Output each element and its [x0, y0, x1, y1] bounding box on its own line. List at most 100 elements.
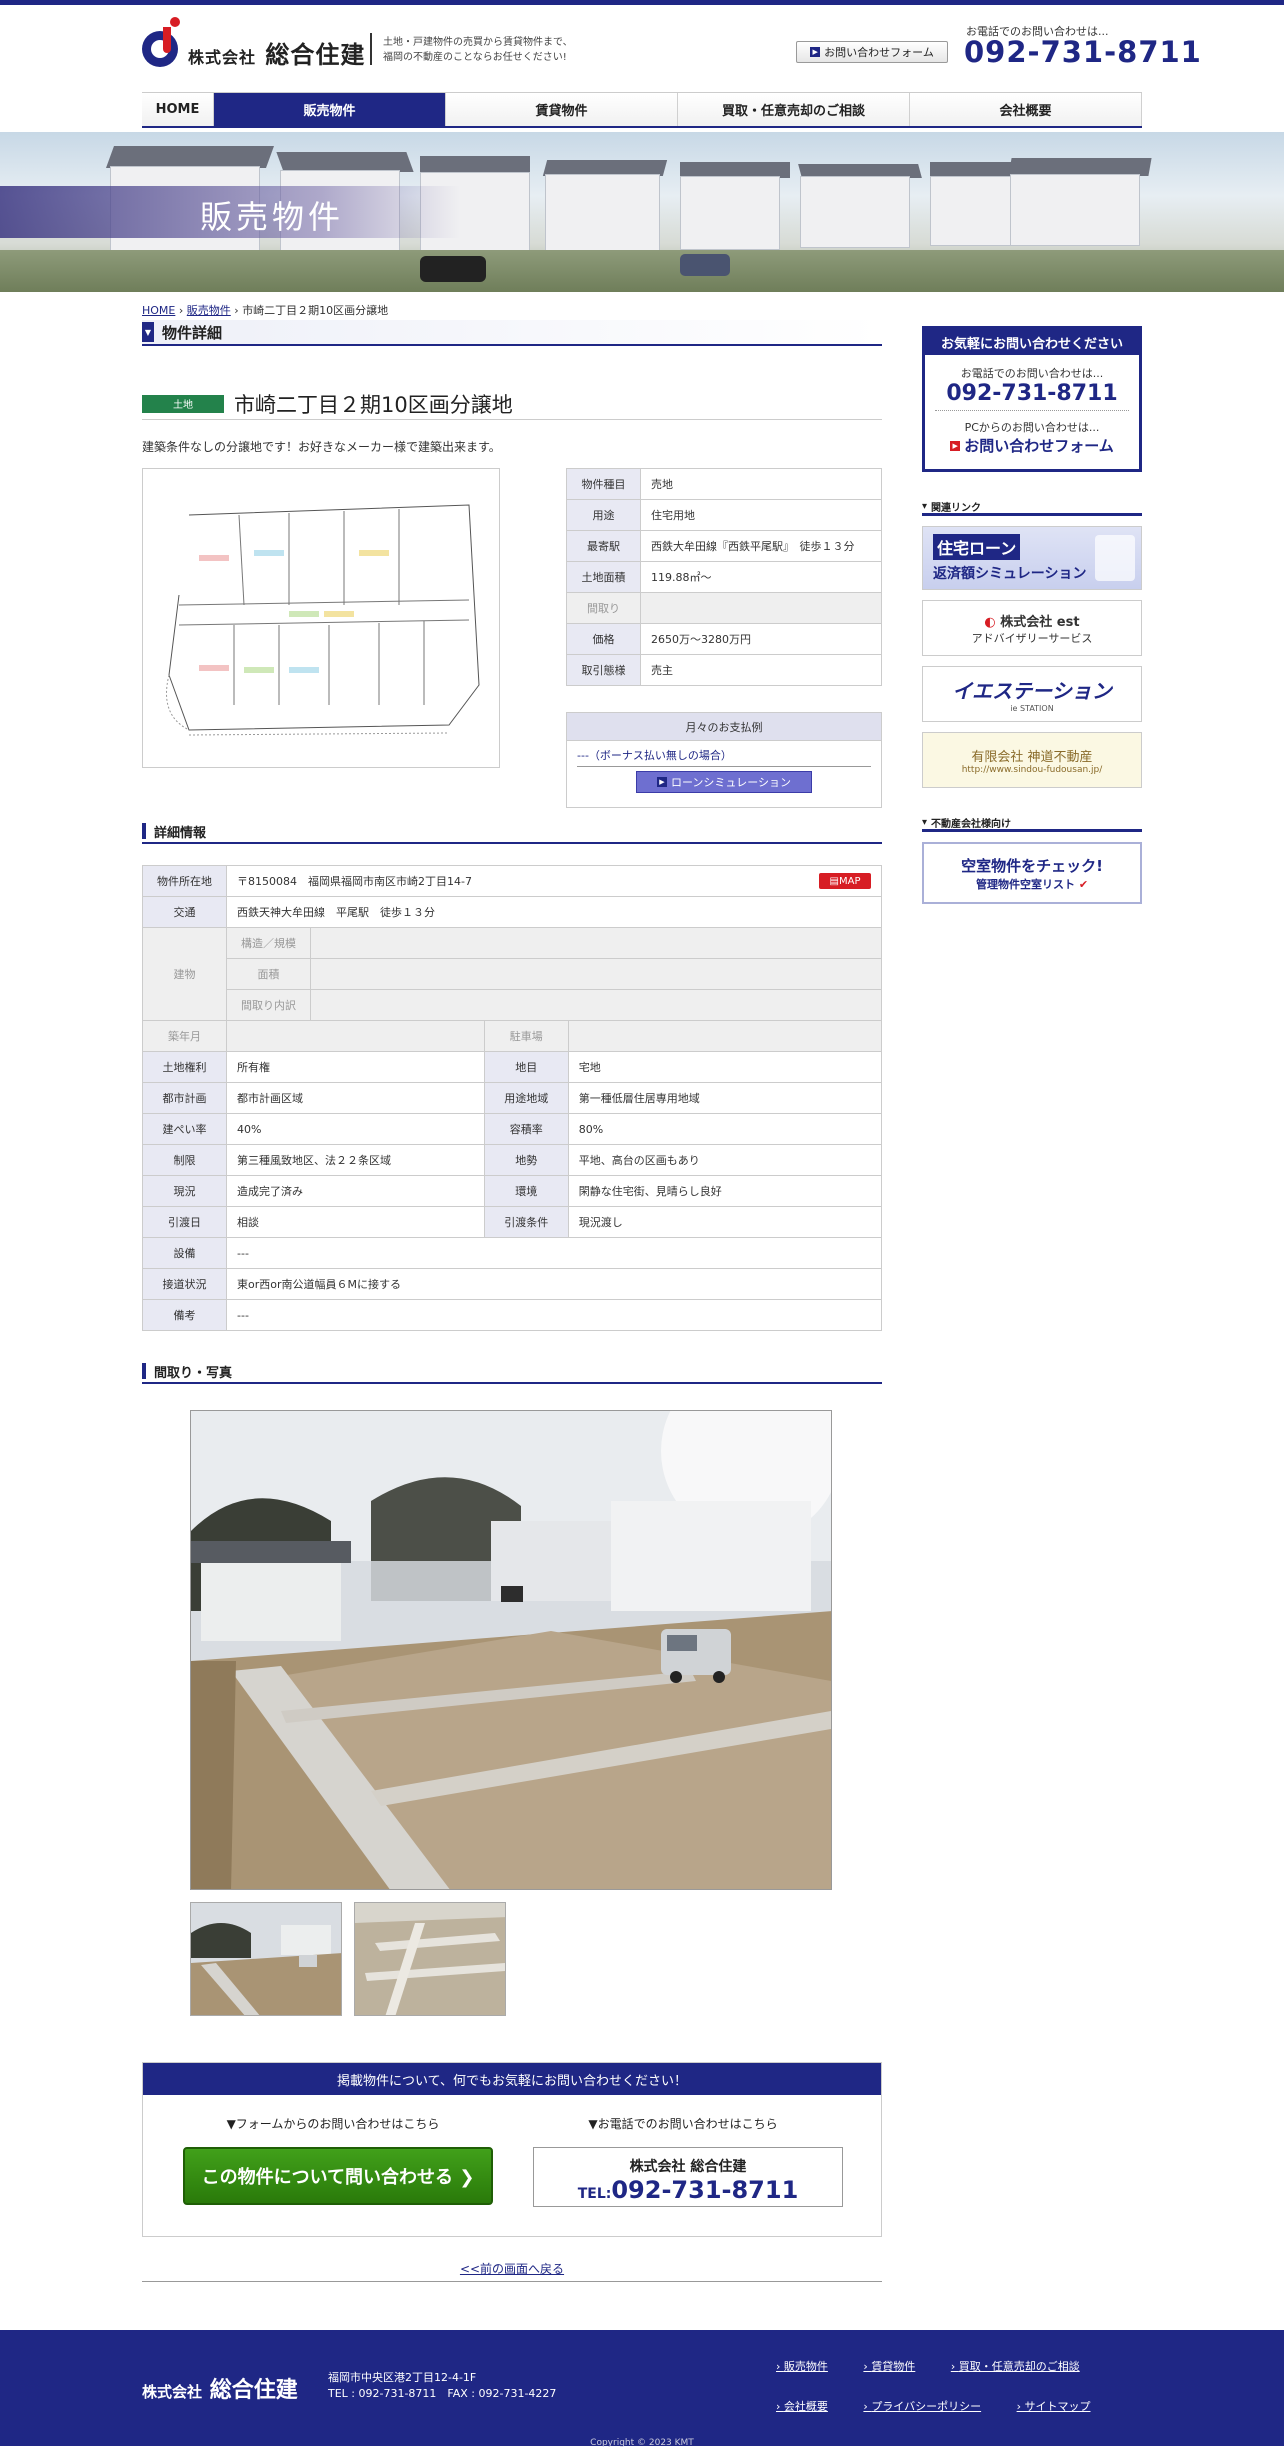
copyright: Copyright © 2023 KMT [590, 2438, 694, 2448]
sidebar-tel-number[interactable]: 092-731-8711 [935, 381, 1129, 411]
payment-row: ---（ボーナス払い無しの場合） [577, 747, 871, 767]
nav-rental-properties[interactable]: 賃貸物件 [446, 93, 678, 126]
triangle-icon: ▾ [922, 817, 928, 828]
house-icon [1095, 535, 1135, 581]
table-row: 都市計画 都市計画区域 用途地域 第一種低層住居専用地域 [142, 1082, 883, 1114]
table-row: 建ぺい率 40% 容積率 80% [142, 1113, 883, 1145]
nav-home[interactable]: HOME [142, 93, 214, 126]
vacant-list-banner[interactable]: 空室物件をチェック! 管理物件空室リスト ✔ [922, 842, 1142, 904]
table-row: 現況 造成完了済み 環境 閑静な住宅街、見晴らし良好 [142, 1175, 883, 1207]
photo-thumbnail[interactable] [190, 1902, 342, 2016]
checkmark-icon: ✔ [1078, 877, 1089, 891]
table-row: 築年月 駐車場 [142, 1020, 883, 1052]
arrow-icon: ▶ [810, 47, 821, 57]
thumbnail-image [355, 1903, 505, 2015]
table-row: 接道状況 東or西or南公道幅員６Mに接する [142, 1268, 882, 1300]
detail-heading: 詳細情報 [142, 820, 882, 844]
nav-sales-properties[interactable]: 販売物件 [214, 93, 446, 126]
breadcrumb-home[interactable]: HOME [142, 304, 175, 317]
sidebar-contact-box: お気軽にお問い合わせください お電話でのお問い合わせは... 092-731-8… [922, 326, 1142, 472]
main-content: ▼ 物件詳細 土地 市崎二丁目２期10区画分譲地 建築条件なしの分譲地です！お好… [142, 320, 883, 2282]
spec-row: 取引態様 売主 [566, 654, 882, 686]
spec-row: 土地面積 119.88㎡～ [566, 561, 882, 593]
photos-heading: 間取り・写真 [142, 1360, 882, 1384]
spec-row: 物件種目 売地 [566, 468, 882, 500]
cta-tel-label: ▼お電話でのお問い合わせはこちら [588, 2117, 778, 2131]
table-row: 面積 [143, 958, 882, 990]
cta-tel-number[interactable]: TEL:092-731-8711 [534, 2176, 842, 2204]
sidebar-contact-title: お気軽にお問い合わせください [925, 329, 1139, 355]
detail-table: 物件所在地 〒8150084 福岡県福岡市南区市崎2丁目14-7 ▤ MAP 交通… [142, 865, 883, 1331]
hero-title: 販売物件 [200, 198, 345, 236]
est-logo-icon: ◐ [984, 614, 996, 630]
property-name: 市崎二丁目２期10区画分譲地 [234, 392, 513, 417]
breadcrumb-current: 市崎二丁目２期10区画分譲地 [242, 304, 389, 317]
property-type-badge: 土地 [142, 394, 224, 413]
main-photo[interactable] [190, 1410, 832, 1890]
table-row: 土地権利 所有権 地目 宅地 [142, 1051, 883, 1083]
table-row: 制限 第三種風致地区、法２２条区域 地勢 平地、高台の区画もあり [142, 1144, 883, 1176]
footer-link[interactable]: › プライバシーポリシー [863, 2398, 997, 2426]
sidebar-form-link[interactable]: ▶ お問い合わせフォーム [925, 435, 1139, 456]
table-row: 建物 構造／規模 [142, 927, 882, 1021]
company-logo-text[interactable]: 株式会社 総合住建 [188, 35, 365, 70]
iestation-banner[interactable]: イエステーション ie STATION [922, 666, 1142, 722]
property-spec-table: 物件種目 売地 用途 住宅用地 最寄駅 西鉄大牟田線『西鉄平尾駅』 徒歩１３分 土地面… [566, 468, 882, 686]
footer-link[interactable]: › サイトマップ [1017, 2398, 1107, 2426]
inquire-property-button[interactable]: この物件について問い合わせる ❯ [183, 2147, 493, 2205]
table-row: 設備 --- [142, 1237, 882, 1269]
payment-example-box: 月々のお支払例 ---（ボーナス払い無しの場合） ▶ ローンシミュレーション [566, 712, 882, 808]
nav-company[interactable]: 会社概要 [910, 93, 1142, 126]
footer-link[interactable]: › 賃貸物件 [863, 2358, 931, 2386]
spec-row: 用途 住宅用地 [566, 499, 882, 531]
sidebar-pc-label: PCからのお問い合わせは... [964, 421, 1100, 434]
sidebar-tel-label: お電話でのお問い合わせは... [960, 367, 1104, 380]
site-footer: 株式会社 総合住建 福岡市中央区港2丁目12-4-1F TEL : 092-73… [0, 2330, 1284, 2448]
table-row: 交通 西鉄天神大牟田線 平尾駅 徒歩１３分 [142, 896, 882, 928]
table-row: 備考 --- [142, 1299, 882, 1331]
loan-simulation-banner[interactable]: 住宅ローン 返済額シミュレーション [922, 526, 1142, 590]
cta-form-label: ▼フォームからのお問い合わせはこちら [226, 2117, 440, 2131]
spec-row: 最寄駅 西鉄大牟田線『西鉄平尾駅』 徒歩１３分 [566, 530, 882, 562]
nav-purchase-consult[interactable]: 買取・任意売却のご相談 [678, 93, 910, 126]
photo-thumbnail[interactable] [354, 1902, 506, 2016]
hero-banner: 販売物件 [0, 132, 1284, 292]
est-banner[interactable]: ◐ 株式会社 est アドバイザリーサービス [922, 600, 1142, 656]
company-logo-mark[interactable] [142, 17, 180, 73]
inquiry-cta: 掲載物件について、何でもお気軽にお問い合わせください！ ▼フォームからのお問い合… [142, 2062, 882, 2237]
footer-logo[interactable]: 株式会社 総合住建 [142, 2372, 298, 2404]
arrow-icon: ▶ [656, 777, 667, 787]
header-contact-form-button[interactable]: ▶ お問い合わせフォーム [796, 41, 948, 63]
footer-link[interactable]: › 会社概要 [776, 2398, 844, 2426]
shindo-banner[interactable]: 有限会社 神道不動産 http://www.sindou-fudousan.jp… [922, 732, 1142, 788]
breadcrumb-category[interactable]: 販売物件 [187, 304, 231, 317]
loan-simulation-button[interactable]: ▶ ローンシミュレーション [636, 771, 812, 793]
table-row: 間取り内訳 [143, 989, 882, 1021]
arrow-icon: ▶ [950, 440, 961, 451]
footer-link[interactable]: › 買取・任意売却のご相談 [951, 2358, 1096, 2386]
subdivision-plan-drawing [166, 504, 480, 736]
breadcrumb: HOME › 販売物件 › 市崎二丁目２期10区画分譲地 [142, 304, 389, 317]
footer-link[interactable]: › 販売物件 [776, 2358, 844, 2386]
site-header: 株式会社 総合住建 土地・戸建物件の売買から賃貸物件まで、 福岡の不動産のことな… [0, 5, 1284, 91]
back-link[interactable]: <<前の画面へ戻る [142, 2260, 882, 2282]
footer-links: › 販売物件 › 賃貸物件 › 買取・任意売却のご相談 › 会社概要 › プライ… [776, 2358, 1142, 2438]
header-tel-number[interactable]: 092-731-8711 [964, 35, 1202, 69]
map-button[interactable]: ▤ MAP [819, 873, 871, 889]
chevron-down-icon: ▼ [142, 322, 154, 342]
table-row: 物件所在地 〒8150084 福岡県福岡市南区市崎2丁目14-7 ▤ MAP [142, 865, 882, 897]
tagline: 土地・戸建物件の売買から賃貸物件まで、 福岡の不動産のことならお任せください! [383, 37, 573, 63]
biz-heading: ▾ 不動産会社様向け [922, 816, 1142, 832]
spec-row: 間取り [566, 592, 882, 624]
heading-bar-icon [142, 823, 146, 839]
section-heading: ▼ 物件詳細 [142, 320, 882, 346]
related-links-heading: ▾ 関連リンク [922, 500, 1142, 516]
lot-photo [191, 1411, 831, 1889]
property-title-row: 土地 市崎二丁目２期10区画分譲地 [142, 388, 882, 420]
thumbnail-image [191, 1903, 341, 2015]
subdivision-plan-image[interactable] [142, 468, 500, 768]
heading-bar-icon [142, 1363, 146, 1379]
global-nav: HOME 販売物件 賃貸物件 買取・任意売却のご相談 会社概要 [142, 92, 1142, 128]
logo-divider [370, 33, 372, 65]
payment-title: 月々のお支払例 [567, 713, 881, 741]
